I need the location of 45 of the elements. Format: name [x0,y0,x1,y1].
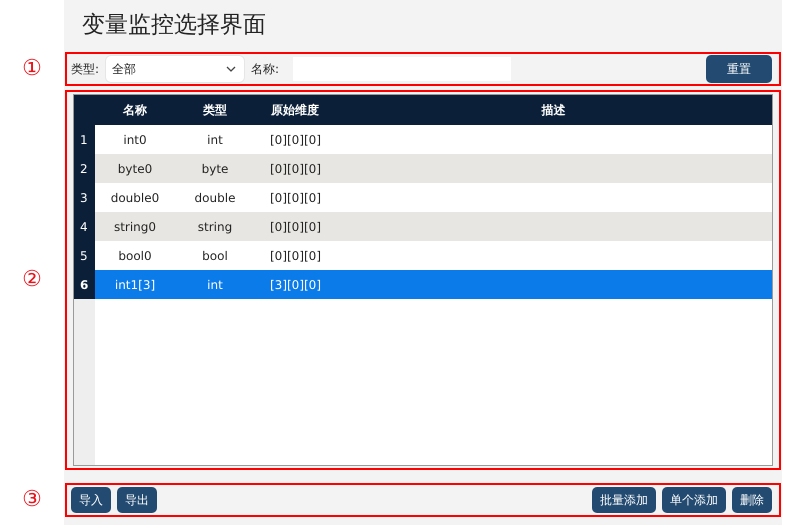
column-header: 名称 [122,102,148,119]
table-cell-text: double [194,190,236,206]
chevron-down-icon [226,66,236,72]
table-row[interactable]: 4 string0 string [0][0][0] [74,212,772,241]
column-header: 原始维度 [270,102,320,119]
table-cell-text: byte [200,160,230,178]
table-cell-text: bool [201,248,229,264]
row-number: 3 [74,183,95,212]
table-cell-text: [0][0][0] [269,160,322,178]
column-header: 描述 [540,102,566,119]
table-cell-text: int0 [122,132,148,148]
table-row[interactable]: 2 byte0 byte [0][0][0] [74,154,772,183]
column-header: 类型 [202,102,228,119]
name-label: 名称: [251,61,280,78]
table-cell-text: int [206,132,224,148]
row-number: 6 [74,270,95,299]
toolbar-button[interactable]: 删除 [732,487,772,513]
window-title: 变量监控选择界面 [82,12,266,40]
table-row[interactable]: 6 int1[3] int [3][0][0] [74,270,772,299]
toolbar-button[interactable]: 批量添加 [592,487,656,513]
callout-number: ③ [22,489,42,511]
type-label: 类型: [71,61,100,78]
callout-number: ② [22,269,42,291]
table-cell-text: [0][0][0] [269,218,322,236]
row-number: 2 [74,154,95,183]
callout-number: ① [22,58,42,80]
row-number: 4 [74,212,95,241]
table-cell-text: string [196,218,234,236]
row-number: 1 [74,125,95,154]
table-cell-text: double0 [110,190,160,206]
toolbar-button[interactable]: 导入 [71,487,111,513]
table-cell-text: byte0 [116,160,154,178]
row-number: 5 [74,241,95,270]
table-cell-text: int1[3] [114,276,156,294]
type-dropdown[interactable]: 全部 [105,55,246,83]
table-cell-text: [0][0][0] [269,132,322,148]
table-cell-text: bool0 [117,248,153,264]
table-cell-text: string0 [112,218,158,236]
table-cell-text: [0][0][0] [269,248,322,264]
toolbar-button[interactable]: 导出 [117,487,157,513]
table-cell-text: [0][0][0] [269,190,322,206]
table-cell-text: [3][0][0] [269,276,322,294]
reset-button[interactable]: 重置 [706,55,772,83]
toolbar-button[interactable]: 单个添加 [662,487,726,513]
table-cell-text: int [206,276,224,294]
